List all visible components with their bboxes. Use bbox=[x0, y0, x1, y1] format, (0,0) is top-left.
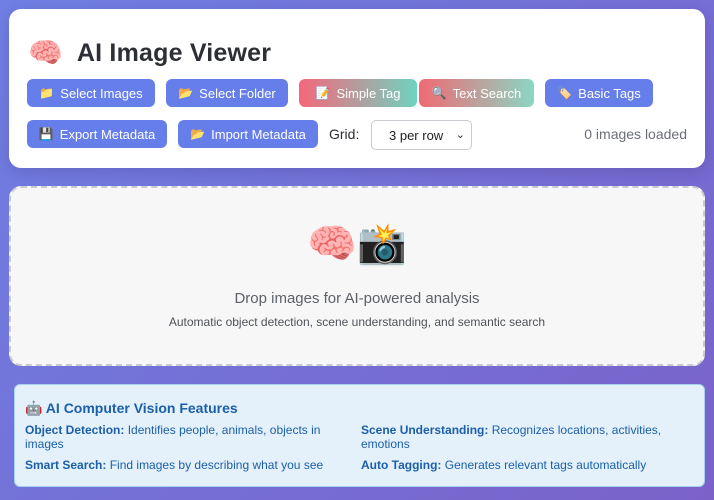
text-search-label: Text Search bbox=[452, 85, 522, 101]
select-folder-button[interactable]: 📂 Select Folder bbox=[166, 79, 288, 107]
features-panel: 🤖 AI Computer Vision Features Object Det… bbox=[14, 384, 705, 487]
select-folder-label: Select Folder bbox=[199, 85, 276, 101]
title-row: 🧠 AI Image Viewer bbox=[28, 35, 271, 71]
features-heading: 🤖 AI Computer Vision Features bbox=[25, 400, 238, 416]
tag-icon: 🏷️ bbox=[557, 86, 573, 100]
feature-item: Auto Tagging: Generates relevant tags au… bbox=[361, 458, 691, 472]
feature-name: Smart Search: bbox=[25, 458, 107, 472]
search-icon: 🔍 bbox=[431, 86, 447, 100]
image-count: 0 images loaded bbox=[584, 126, 687, 142]
folder-icon: 📁 bbox=[39, 86, 55, 100]
memo-icon: 📝 bbox=[315, 86, 331, 100]
select-images-label: Select Images bbox=[60, 85, 143, 101]
export-metadata-label: Export Metadata bbox=[59, 126, 156, 142]
drop-zone-subtitle: Automatic object detection, scene unders… bbox=[168, 315, 546, 329]
feature-item: Scene Understanding: Recognizes location… bbox=[361, 423, 691, 451]
import-metadata-button[interactable]: 📂 Import Metadata bbox=[178, 120, 318, 148]
feature-desc: Generates relevant tags automatically bbox=[444, 458, 647, 472]
page-title: AI Image Viewer bbox=[76, 38, 272, 67]
feature-name: Scene Understanding: bbox=[361, 423, 489, 437]
header-panel: 🧠 AI Image Viewer 📁 Select Images 📂 Sele… bbox=[9, 9, 705, 168]
select-images-button[interactable]: 📁 Select Images bbox=[27, 79, 155, 107]
feature-name: Object Detection: bbox=[25, 423, 125, 437]
grid-select-value: 3 per row bbox=[389, 127, 444, 143]
feature-item: Smart Search: Find images by describing … bbox=[25, 458, 355, 472]
open-folder-icon: 📂 bbox=[190, 127, 206, 141]
floppy-disk-icon: 💾 bbox=[38, 127, 54, 141]
simple-tag-button[interactable]: 📝 Simple Tag bbox=[299, 79, 417, 107]
export-metadata-button[interactable]: 💾 Export Metadata bbox=[27, 120, 167, 148]
feature-desc: Find images by describing what you see bbox=[109, 458, 324, 472]
feature-item: Object Detection: Identifies people, ani… bbox=[25, 423, 345, 451]
open-folder-icon: 📂 bbox=[178, 86, 194, 100]
text-search-button[interactable]: 🔍 Text Search bbox=[419, 79, 534, 107]
chevron-down-icon: ⌄ bbox=[455, 129, 465, 141]
grid-label: Grid: bbox=[329, 126, 360, 142]
basic-tags-label: Basic Tags bbox=[578, 85, 641, 101]
brain-camera-icon: 🧠📸 bbox=[307, 222, 407, 266]
grid-select[interactable]: 3 per row ⌄ bbox=[371, 120, 472, 150]
basic-tags-button[interactable]: 🏷️ Basic Tags bbox=[545, 79, 653, 107]
simple-tag-label: Simple Tag bbox=[336, 85, 401, 101]
drop-zone-title: Drop images for AI-powered analysis bbox=[234, 290, 480, 307]
brain-icon: 🧠 bbox=[28, 37, 63, 68]
feature-name: Auto Tagging: bbox=[361, 458, 442, 472]
drop-zone[interactable]: 🧠📸 Drop images for AI-powered analysis A… bbox=[9, 186, 705, 366]
import-metadata-label: Import Metadata bbox=[211, 126, 306, 142]
